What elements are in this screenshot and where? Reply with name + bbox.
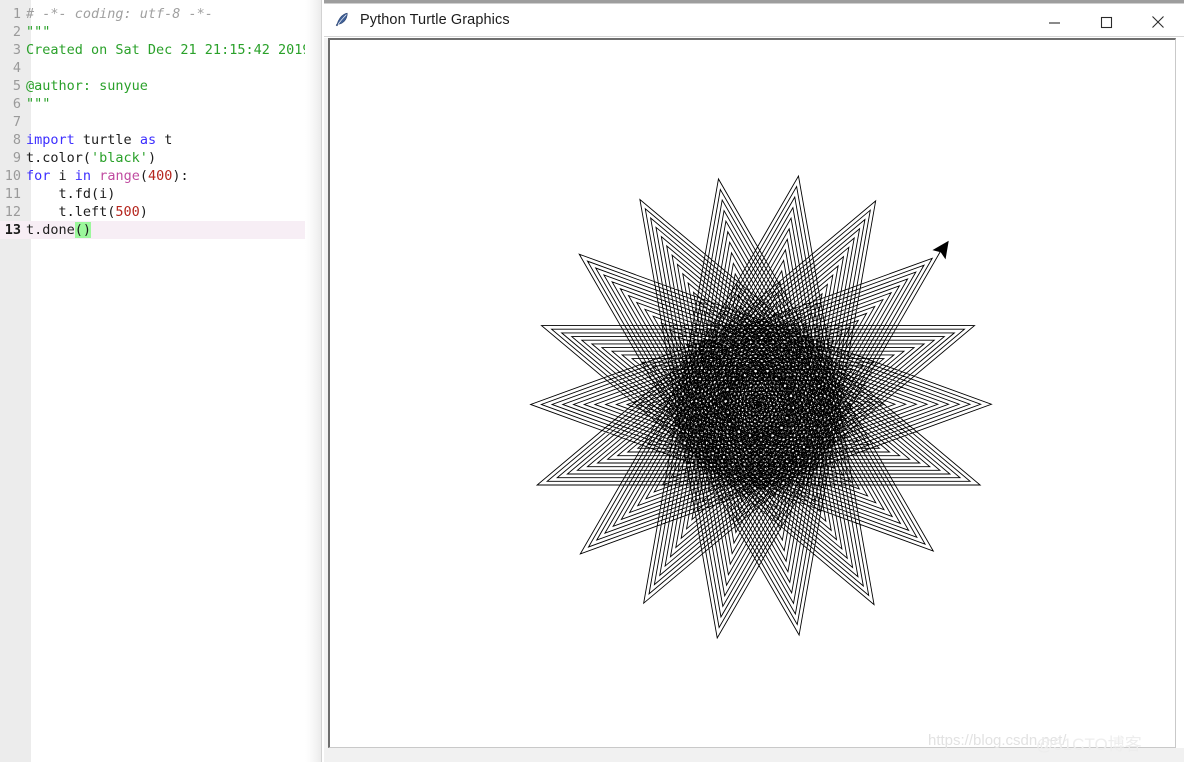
code-line[interactable]: 9 t.color('black'): [0, 149, 322, 167]
code-token: ): [147, 150, 157, 166]
window-title-text: Python Turtle Graphics: [360, 12, 510, 28]
window-title-bar[interactable]: Python Turtle Graphics: [324, 4, 1184, 36]
code-token: 400: [147, 168, 173, 184]
code-line-text: import turtle as t: [26, 131, 322, 149]
line-number: 7: [12, 114, 21, 130]
code-token: (): [74, 222, 92, 238]
code-line-text: t.left(500): [26, 203, 322, 221]
minimize-button[interactable]: [1028, 4, 1080, 40]
line-number: 6: [12, 96, 21, 112]
close-icon: [1152, 16, 1164, 28]
maximize-icon: [1100, 16, 1112, 28]
line-number: 2: [12, 24, 21, 40]
code-token: as: [139, 132, 157, 148]
code-token: i: [50, 168, 75, 184]
line-number: 13: [4, 222, 21, 238]
code-line[interactable]: 7: [0, 113, 322, 131]
title-bar-separator: [324, 36, 1184, 37]
window-bottom-strip: [324, 748, 1184, 762]
code-token: t.left(: [26, 204, 116, 220]
code-line[interactable]: 2 """: [0, 23, 322, 41]
code-line[interactable]: 11 t.fd(i): [0, 185, 322, 203]
code-token: in: [74, 168, 92, 184]
line-number: 4: [12, 60, 21, 76]
code-line[interactable]: 5 @author: sunyue: [0, 77, 322, 95]
minimize-icon: [1048, 21, 1060, 24]
line-number: 10: [4, 168, 21, 184]
code-token: range: [99, 168, 140, 184]
line-number: 5: [12, 78, 21, 94]
code-line-text: t.done(): [26, 221, 322, 239]
code-line-text: t.fd(i): [26, 185, 322, 203]
code-token: Created on Sat Dec 21 21:15:42 2019: [26, 42, 311, 58]
turtle-drawing-canvas[interactable]: [330, 40, 1175, 747]
code-token: t.fd(i): [26, 186, 116, 202]
close-button[interactable]: [1132, 4, 1184, 40]
code-line-text: Created on Sat Dec 21 21:15:42 2019: [26, 41, 322, 59]
code-token: import: [26, 132, 75, 148]
screen-root: 1 # -*- coding: utf-8 -*- 2 """ 3 Created on …: [0, 0, 1184, 762]
code-token: t.done: [26, 222, 75, 238]
maximize-button[interactable]: [1080, 4, 1132, 40]
code-token: 'black': [91, 150, 148, 166]
editor-right-edge: [321, 0, 322, 762]
code-token: @author: sunyue: [26, 78, 148, 94]
code-token: """: [26, 24, 51, 40]
code-line[interactable]: 10 for i in range(400):: [0, 167, 322, 185]
code-line[interactable]: 8 import turtle as t: [0, 131, 322, 149]
line-number: 11: [4, 186, 21, 202]
code-token: turtle: [74, 132, 140, 148]
code-line[interactable]: 13 t.done(): [0, 221, 322, 239]
code-editor-pane[interactable]: 1 # -*- coding: utf-8 -*- 2 """ 3 Created on …: [0, 0, 322, 762]
code-line-text: """: [26, 23, 322, 41]
code-token: (: [139, 168, 148, 184]
code-token: ):: [172, 168, 189, 184]
code-line[interactable]: 12 t.left(500): [0, 203, 322, 221]
code-token: 500: [115, 204, 140, 220]
python-turtle-graphics-window[interactable]: Python Turtle Graphics: [324, 0, 1184, 762]
window-controls[interactable]: [1028, 4, 1184, 40]
code-token: """: [26, 96, 51, 112]
line-number: 8: [12, 132, 21, 148]
line-number: 9: [12, 150, 21, 166]
line-number: 12: [4, 204, 21, 220]
code-token: t.color(: [26, 150, 92, 166]
code-line-text: # -*- coding: utf-8 -*-: [26, 5, 322, 23]
code-line-text: t.color('black'): [26, 149, 322, 167]
feather-icon: [332, 10, 352, 30]
code-line[interactable]: 6 """: [0, 95, 322, 113]
code-line[interactable]: 3 Created on Sat Dec 21 21:15:42 2019: [0, 41, 322, 59]
line-number: 3: [12, 42, 21, 58]
code-token: for: [26, 168, 51, 184]
code-line-text: """: [26, 95, 322, 113]
code-token: # -*- coding: utf-8 -*-: [26, 6, 213, 22]
code-line-text: @author: sunyue: [26, 77, 322, 95]
code-token: ): [139, 204, 148, 220]
editor-vertical-scrollbar[interactable]: [305, 0, 322, 762]
turtle-canvas-frame[interactable]: [328, 38, 1176, 748]
code-token: t: [156, 132, 173, 148]
line-number: 1: [12, 6, 21, 22]
code-line[interactable]: 1 # -*- coding: utf-8 -*-: [0, 5, 322, 23]
code-line-text: for i in range(400):: [26, 167, 322, 185]
code-line[interactable]: 4: [0, 59, 322, 77]
